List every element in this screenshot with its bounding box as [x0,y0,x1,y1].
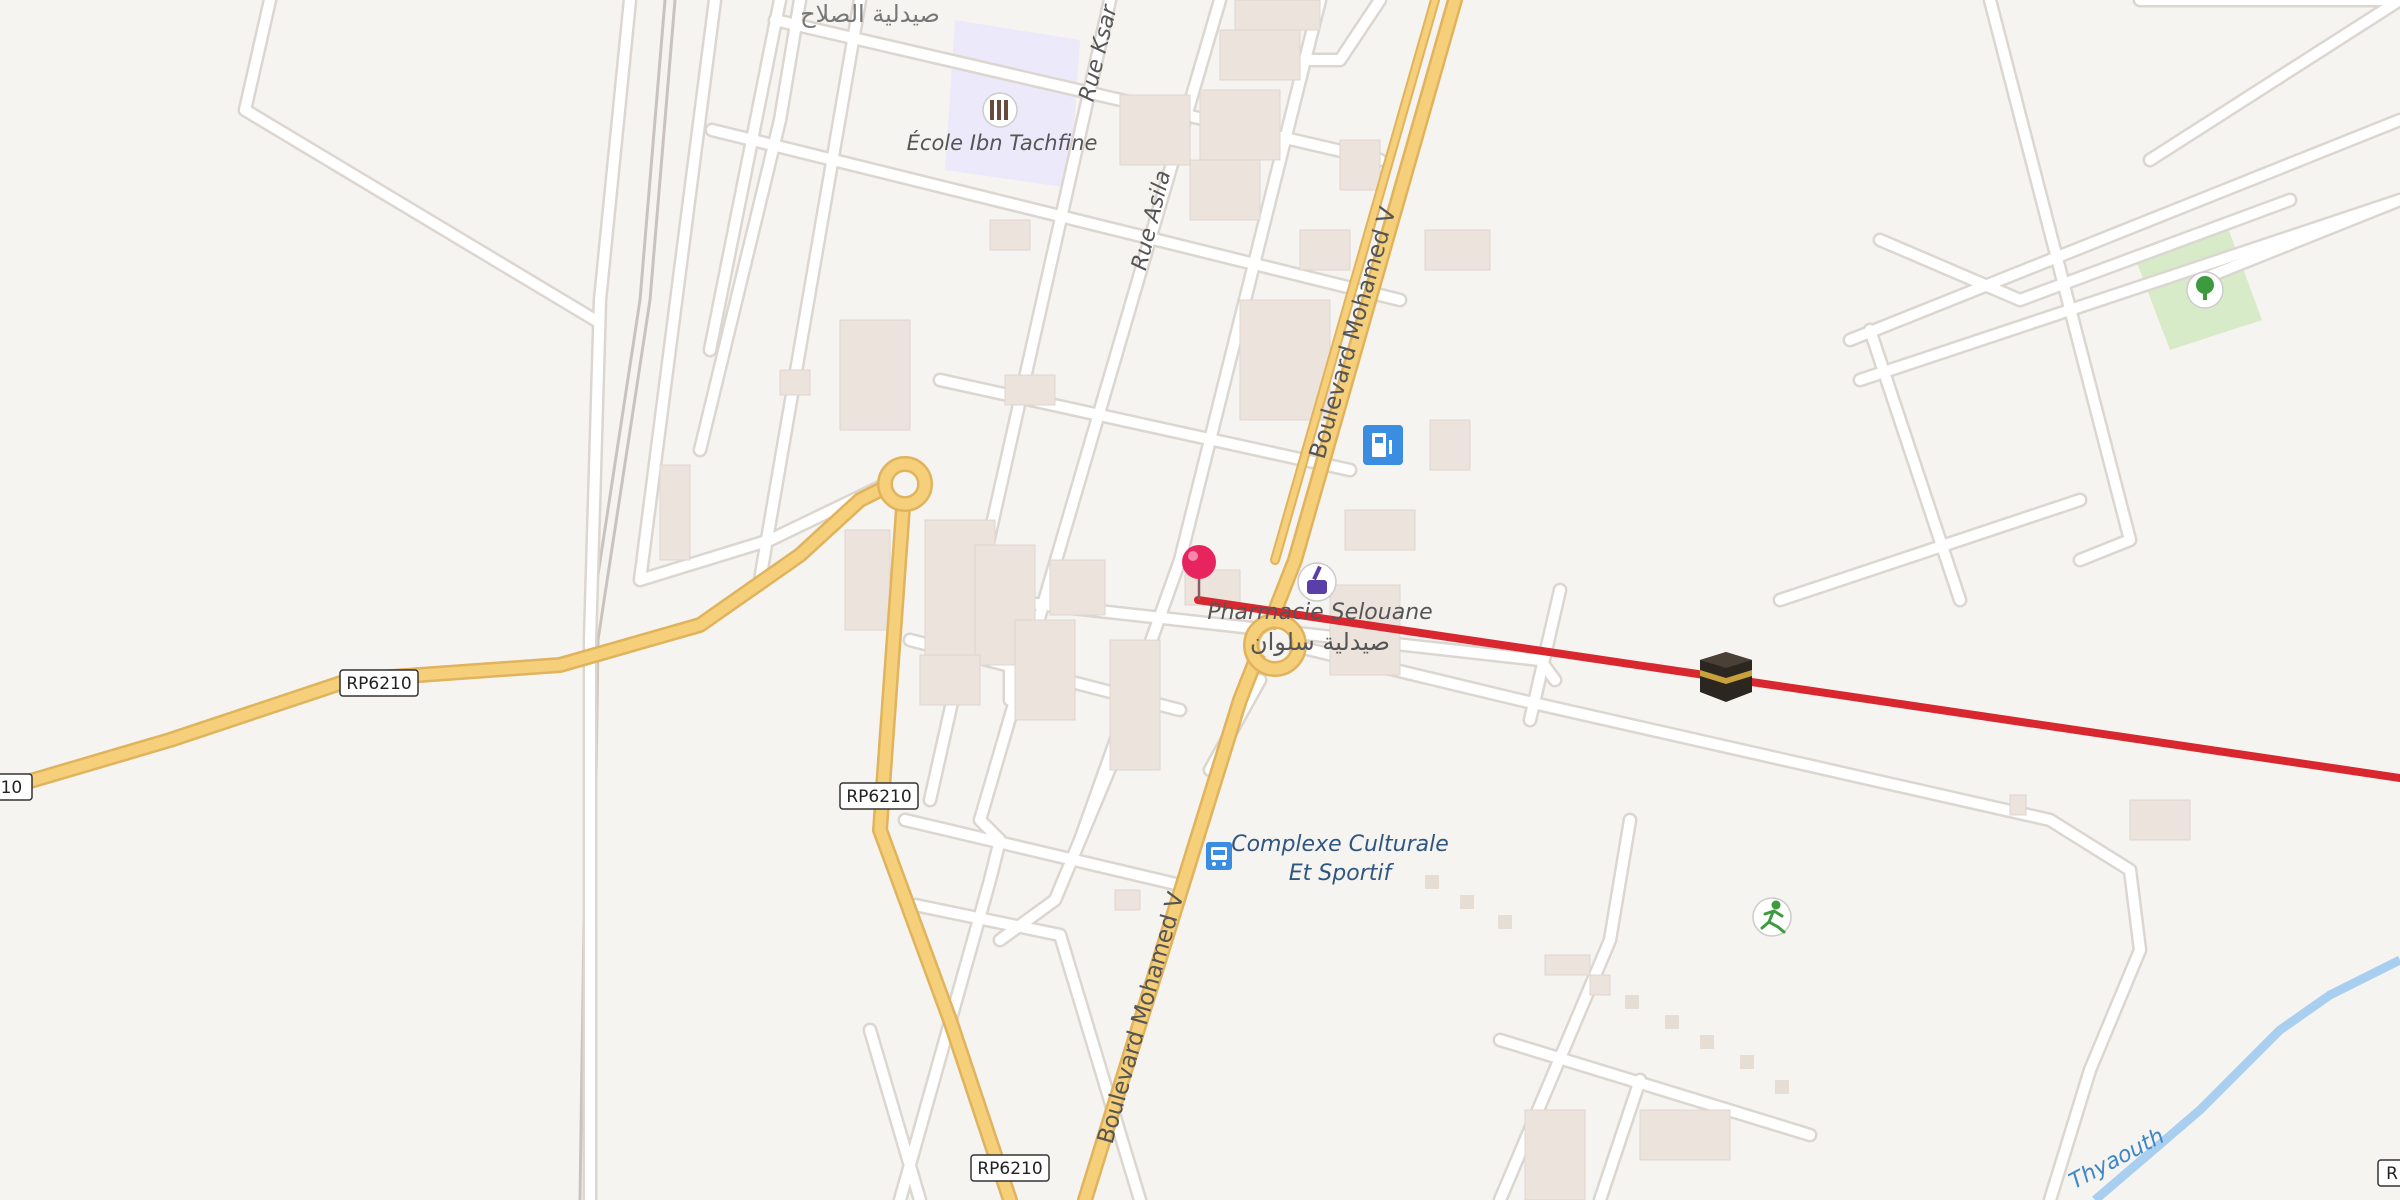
pharmacy-label: Pharmacie Selouane [1207,600,1432,625]
kaaba-icon [1700,652,1752,702]
svg-text:RP6210: RP6210 [846,787,911,807]
svg-text:RP6210: RP6210 [977,1159,1042,1179]
road-shield[interactable]: RP6210 [339,669,419,697]
pharmacy-label-arabic: صيدلية سلوان [1250,628,1390,656]
school-icon [990,100,1008,120]
kaaba-marker[interactable] [1700,652,1752,702]
road-shield[interactable]: 210 [0,773,33,801]
park-poi[interactable] [2186,271,2224,309]
fuel-station-poi[interactable] [1363,425,1403,465]
sports-poi[interactable] [1752,897,1792,937]
complex-label-line1: Complexe Culturale [1231,832,1449,857]
svg-text:210: 210 [0,778,22,798]
map-canvas[interactable]: RP6210 210 RP6210 RP6210 R Rue Ksar Rue … [0,0,2400,1200]
svg-text:R: R [2386,1164,2398,1184]
arabic-place-label: صيدلية الصلاح [800,0,940,28]
road-shield[interactable]: R [2377,1159,2400,1187]
location-pin-icon [1182,545,1216,579]
svg-text:RP6210: RP6210 [346,674,411,694]
school-label: École Ibn Tachfine [907,130,1098,155]
road-shield[interactable]: RP6210 [970,1154,1050,1182]
road-shield[interactable]: RP6210 [839,782,919,810]
complex-label-line2: Et Sportif [1289,861,1395,886]
